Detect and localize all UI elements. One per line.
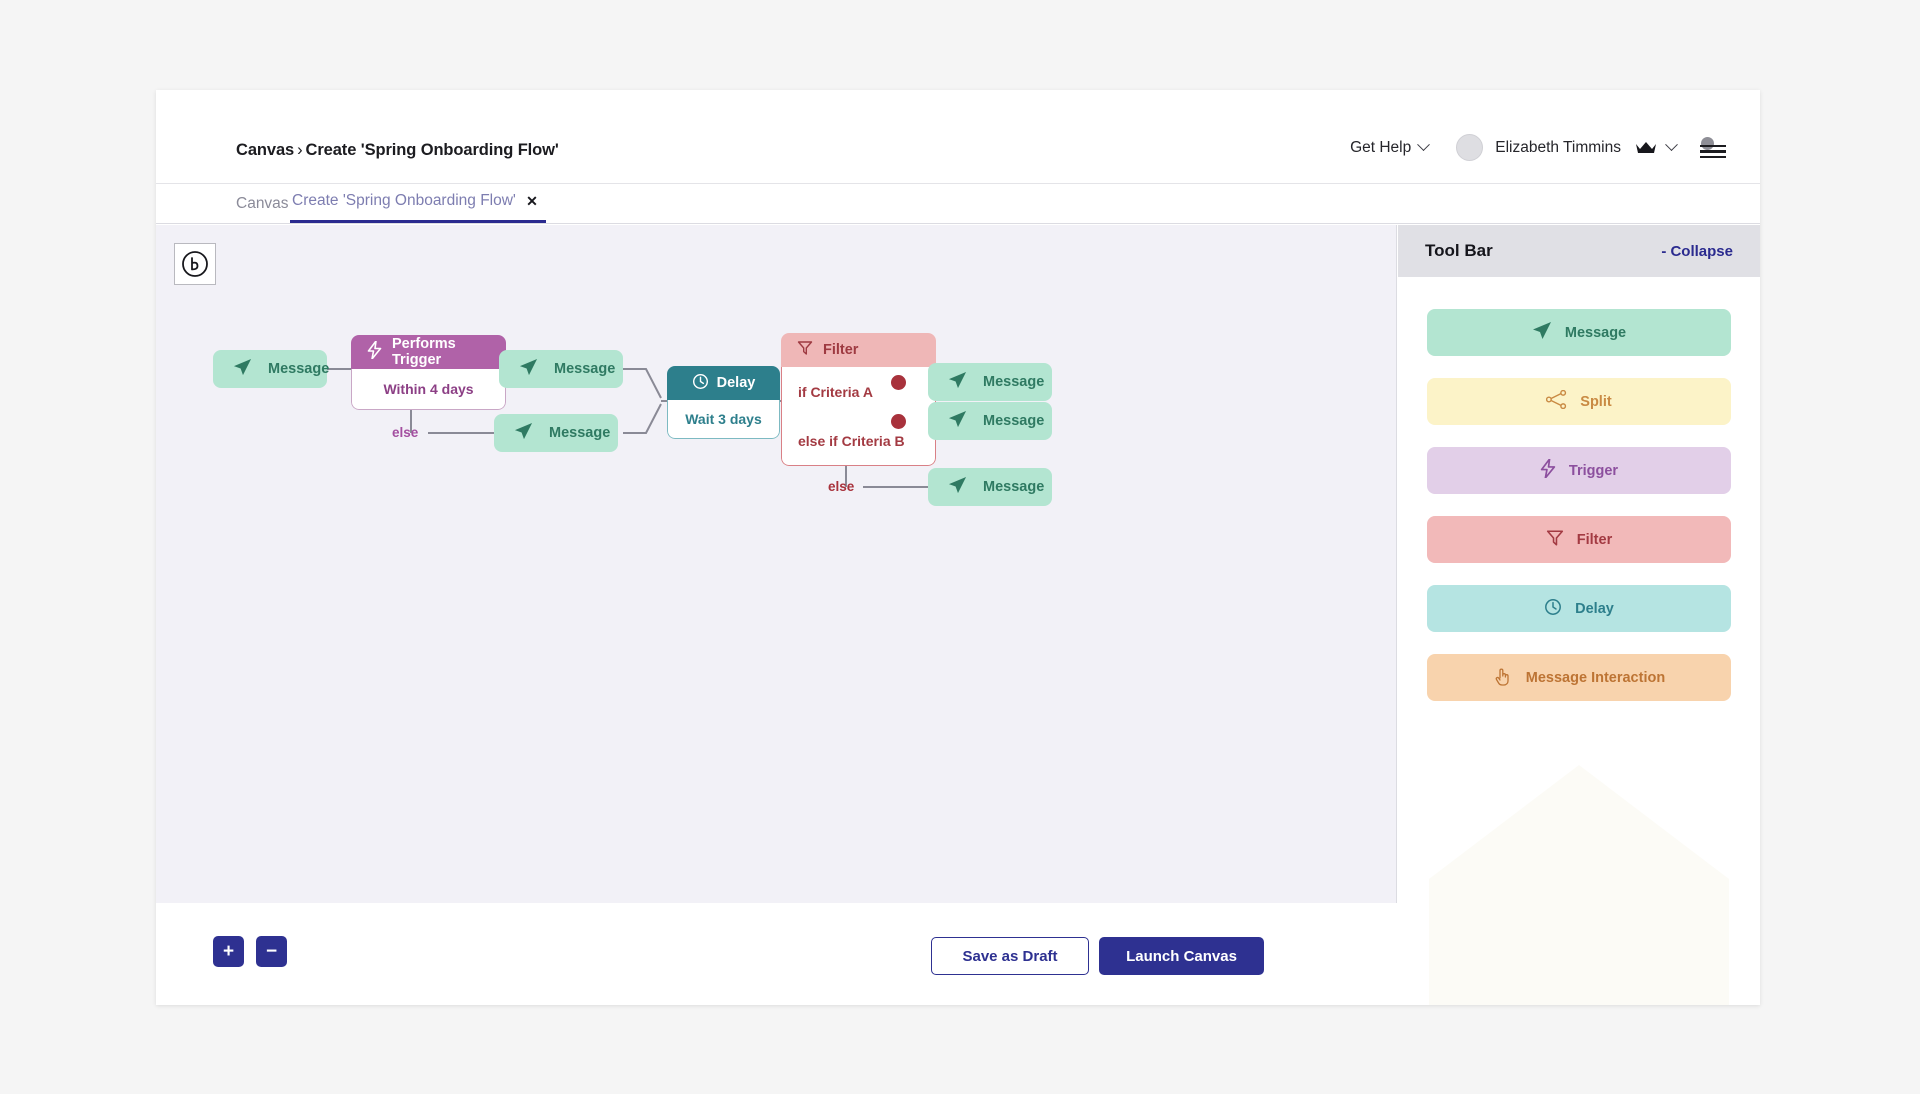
flow-node-filter-body: if Criteria A else if Criteria B	[781, 367, 936, 466]
tool-bar-header: Tool Bar - Collapse	[1398, 225, 1760, 277]
flow-node-trigger-body: Within 4 days	[351, 369, 506, 410]
flow-node-message-filter-else[interactable]: Message	[928, 468, 1052, 506]
collapse-button[interactable]: - Collapse	[1661, 243, 1733, 260]
flow-node-filter-title: Filter	[823, 342, 858, 358]
menu-button[interactable]	[1698, 137, 1726, 159]
flow-node-label: Message	[983, 374, 1044, 390]
flow-node-filter[interactable]: Filter if Criteria A else if Criteria B	[781, 333, 936, 466]
paper-plane-icon	[948, 371, 967, 394]
flow-node-message-criteria-b[interactable]: Message	[928, 402, 1052, 440]
account-chevron-down-icon[interactable]	[1665, 138, 1678, 151]
flow-node-delay-body: Wait 3 days	[667, 400, 780, 439]
tab-strip: Canvas Create 'Spring Onboarding Flow' ✕	[156, 184, 1760, 224]
get-help-button[interactable]: Get Help	[1350, 139, 1428, 157]
paper-plane-icon	[948, 476, 967, 499]
funnel-icon	[1546, 529, 1564, 551]
tool-item-filter[interactable]: Filter	[1427, 516, 1731, 563]
flow-node-delay-detail: Wait 3 days	[668, 400, 779, 438]
tool-item-label: Message Interaction	[1526, 670, 1665, 686]
tool-bar-panel: Tool Bar - Collapse Message	[1398, 225, 1760, 1005]
chevron-down-icon	[1417, 138, 1430, 151]
paper-plane-icon	[233, 358, 252, 381]
hand-tap-icon	[1493, 666, 1513, 690]
flow-node-filter-header: Filter	[781, 333, 936, 367]
branch-connector-dot-a[interactable]	[891, 375, 906, 390]
flow-node-label: Message	[983, 479, 1044, 495]
tool-item-message-interaction[interactable]: Message Interaction	[1427, 654, 1731, 701]
breadcrumb-separator: ›	[297, 141, 302, 159]
tool-item-trigger[interactable]: Trigger	[1427, 447, 1731, 494]
split-icon	[1546, 390, 1567, 413]
launch-canvas-button[interactable]: Launch Canvas	[1099, 937, 1264, 975]
flow-node-message-start[interactable]: Message	[213, 350, 327, 388]
tool-bar-title: Tool Bar	[1425, 241, 1493, 261]
watermark-decoration	[1429, 765, 1729, 1005]
tab-canvas[interactable]: Canvas	[236, 195, 289, 223]
tab-create-flow-label: Create 'Spring Onboarding Flow'	[292, 192, 516, 209]
lightning-icon	[1540, 459, 1556, 482]
tool-item-label: Filter	[1577, 532, 1612, 548]
lightning-icon	[367, 341, 382, 363]
tool-bar-items: Message Split Trigger	[1398, 277, 1760, 701]
tool-item-delay[interactable]: Delay	[1427, 585, 1731, 632]
funnel-icon	[797, 340, 813, 360]
flow-node-delay-title: Delay	[717, 375, 756, 391]
app-window: Canvas›Create 'Spring Onboarding Flow' G…	[156, 90, 1760, 1005]
breadcrumb-root[interactable]: Canvas	[236, 141, 294, 159]
get-help-label: Get Help	[1350, 139, 1411, 157]
paper-plane-icon	[1532, 321, 1552, 345]
edge-label-filter-else: else	[828, 479, 854, 494]
hamburger-icon-line	[1700, 150, 1726, 153]
hamburger-icon-line	[1700, 156, 1726, 159]
breadcrumb: Canvas›Create 'Spring Onboarding Flow'	[236, 141, 559, 160]
edge-label-trigger-else: else	[392, 425, 418, 440]
branch-connector-dot-b[interactable]	[891, 414, 906, 429]
zoom-in-button[interactable]: +	[213, 936, 244, 967]
flow-node-message-trigger-yes[interactable]: Message	[499, 350, 623, 388]
paper-plane-icon	[514, 422, 533, 445]
flow-node-delay[interactable]: Delay Wait 3 days	[667, 366, 780, 439]
user-name: Elizabeth Timmins	[1495, 139, 1621, 157]
flow-node-label: Message	[554, 361, 615, 377]
tool-item-label: Message	[1565, 325, 1626, 341]
flow-node-trigger[interactable]: Performs Trigger Within 4 days	[351, 335, 506, 410]
crown-icon	[1635, 140, 1657, 155]
close-icon[interactable]: ✕	[526, 193, 538, 210]
tool-item-label: Split	[1580, 394, 1611, 410]
flow-node-message-criteria-a[interactable]: Message	[928, 363, 1052, 401]
notification-dot-icon	[1701, 137, 1714, 150]
flow-node-filter-criteria-b[interactable]: else if Criteria B	[782, 416, 935, 465]
tool-item-message[interactable]: Message	[1427, 309, 1731, 356]
tab-create-flow[interactable]: Create 'Spring Onboarding Flow' ✕	[290, 192, 546, 223]
hamburger-icon	[1700, 145, 1726, 148]
save-as-draft-button[interactable]: Save as Draft	[931, 937, 1089, 975]
clock-icon	[692, 373, 709, 394]
flow-node-trigger-title: Performs Trigger	[392, 336, 490, 368]
flow-node-delay-header: Delay	[667, 366, 780, 400]
app-header: Canvas›Create 'Spring Onboarding Flow' G…	[156, 90, 1760, 184]
zoom-out-button[interactable]: −	[256, 936, 287, 967]
avatar[interactable]	[1456, 134, 1483, 161]
flow-node-trigger-header: Performs Trigger	[351, 335, 506, 369]
tool-item-label: Delay	[1575, 601, 1614, 617]
tool-item-label: Trigger	[1569, 463, 1618, 479]
braze-logo-icon	[174, 243, 216, 285]
flow-node-trigger-detail: Within 4 days	[352, 369, 505, 409]
breadcrumb-current: Create 'Spring Onboarding Flow'	[306, 141, 559, 159]
tool-item-split[interactable]: Split	[1427, 378, 1731, 425]
flow-node-label: Message	[268, 361, 329, 377]
flow-node-label: Message	[549, 425, 610, 441]
flow-canvas[interactable]: Message Performs Trigger Within 4 days M…	[156, 225, 1397, 903]
flow-node-label: Message	[983, 413, 1044, 429]
flow-node-message-trigger-else[interactable]: Message	[494, 414, 618, 452]
paper-plane-icon	[519, 358, 538, 381]
canvas-footer: + − Save as Draft Launch Canvas	[156, 903, 1398, 1005]
paper-plane-icon	[948, 410, 967, 433]
flow-node-filter-criteria-a[interactable]: if Criteria A	[782, 367, 935, 416]
clock-icon	[1544, 598, 1562, 620]
header-actions: Get Help Elizabeth Timmins	[1350, 134, 1726, 161]
